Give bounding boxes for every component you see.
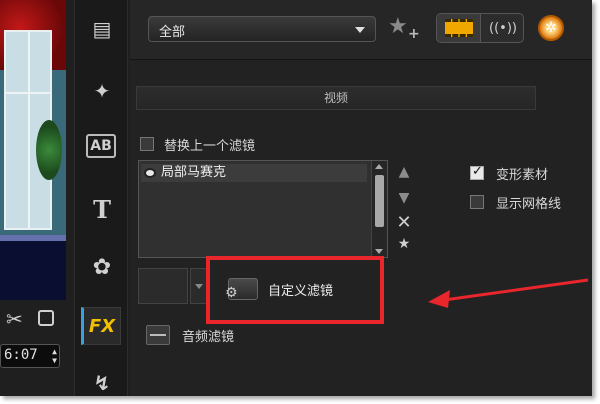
panel-header: 全部 ★ + ((•)) ✲ xyxy=(130,0,592,60)
audio-filter-label: 音频滤镜 xyxy=(182,329,235,345)
filter-name: 局部马赛克 xyxy=(161,165,227,180)
applied-filter-list: 局部马赛克 xyxy=(138,160,388,258)
annotation-arrow xyxy=(428,278,589,308)
timecode-value: 6:07 xyxy=(4,347,38,363)
path-icon[interactable]: ↯ xyxy=(86,368,118,396)
category-value: 全部 xyxy=(159,25,186,40)
replace-last-filter-checkbox[interactable] xyxy=(140,137,154,151)
scissors-icon[interactable]: ✂ xyxy=(6,307,23,331)
video-section-tab[interactable]: 视频 xyxy=(136,86,536,110)
video-preview xyxy=(0,0,66,300)
audio-icon[interactable]: ((•)) xyxy=(481,14,523,42)
audio-filter-icon xyxy=(146,325,170,345)
timecode-field[interactable]: 6:07 ▲ ▼ xyxy=(0,344,60,368)
preset-thumbnail[interactable] xyxy=(138,268,188,304)
preview-tools: ✂ xyxy=(0,305,66,335)
copy-icon[interactable] xyxy=(38,310,54,326)
timecode-spin-icon[interactable]: ▲ ▼ xyxy=(52,347,57,365)
show-grid-label: 显示网格线 xyxy=(496,197,562,212)
deform-clip-label: 变形素材 xyxy=(496,168,549,183)
favorite-filter-icon[interactable]: ★ xyxy=(394,236,414,254)
settings-wheel-icon[interactable]: ✲ xyxy=(538,15,564,41)
add-to-favorites-icon[interactable]: ★ + xyxy=(388,14,424,44)
media-library-icon[interactable]: ▤ xyxy=(86,14,118,44)
highlight-box xyxy=(206,256,384,324)
filter-panel: 全部 ★ + ((•)) ✲ 视频 替换上一个滤镜 局部马赛克 ▲ ▼ ✕ ★ … xyxy=(130,0,592,396)
app-window: ✂ 6:07 ▲ ▼ ▤ ✦ AB T ✿ FX ↯ 全部 ★ + ((•)) ✲ … xyxy=(0,0,592,396)
film-strip-icon[interactable] xyxy=(437,14,481,42)
instant-project-icon[interactable]: ✦ xyxy=(86,76,118,106)
transition-icon[interactable]: AB xyxy=(86,134,116,158)
show-grid-checkbox[interactable] xyxy=(470,195,484,209)
list-item[interactable]: 局部马赛克 xyxy=(141,164,367,182)
view-toggle: ((•)) xyxy=(436,13,524,43)
filter-fx-icon[interactable]: FX xyxy=(81,307,121,345)
replace-last-filter-label: 替换上一个滤镜 xyxy=(164,139,256,154)
visibility-eye-icon[interactable] xyxy=(144,168,156,178)
library-toolbar: ▤ ✦ AB T ✿ FX ↯ xyxy=(74,0,128,396)
move-down-icon[interactable]: ▼ xyxy=(394,190,414,208)
deform-clip-checkbox[interactable] xyxy=(470,164,484,180)
chevron-down-icon xyxy=(355,27,365,33)
title-icon[interactable]: T xyxy=(86,194,118,224)
move-up-icon[interactable]: ▲ xyxy=(394,164,414,182)
graphics-icon[interactable]: ✿ xyxy=(86,252,118,282)
category-dropdown[interactable]: 全部 xyxy=(148,16,376,42)
delete-filter-icon[interactable]: ✕ xyxy=(394,212,414,233)
list-scrollbar[interactable] xyxy=(371,161,387,257)
audio-filter-button[interactable]: 音频滤镜 xyxy=(146,324,276,346)
